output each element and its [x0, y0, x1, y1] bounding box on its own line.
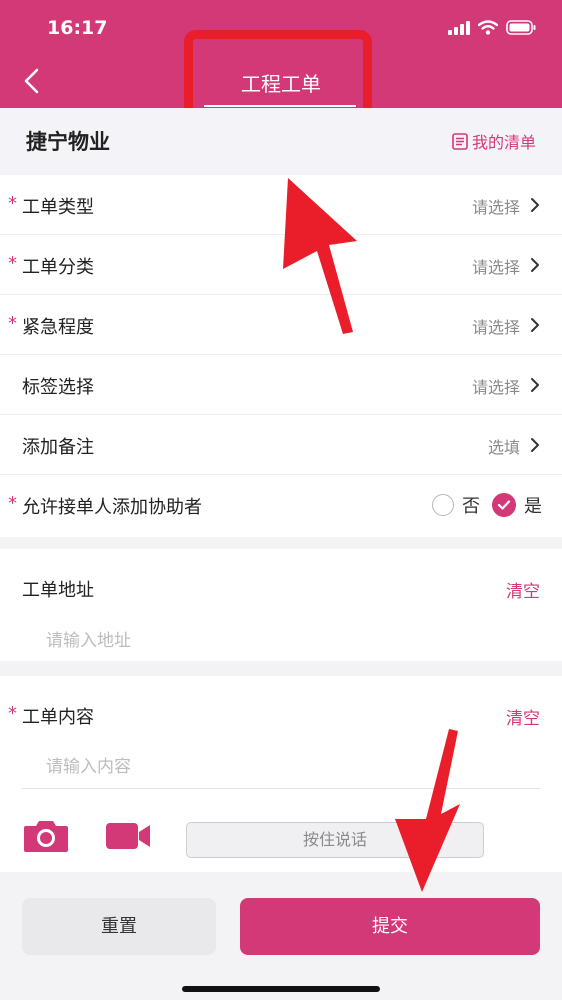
annotation-arrow-up	[283, 178, 357, 334]
annotation-arrow-down	[395, 729, 460, 892]
annotation-arrows	[283, 178, 460, 892]
